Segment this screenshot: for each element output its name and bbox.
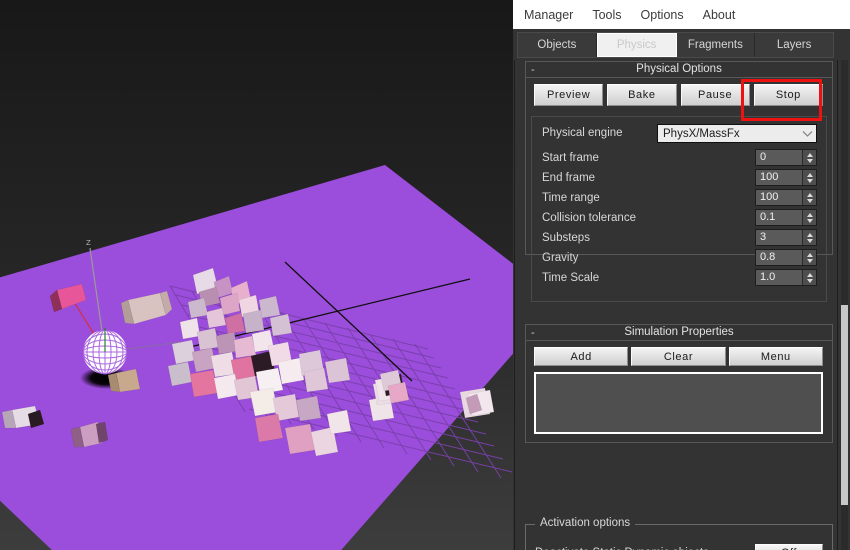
menu-item-options[interactable]: Options (641, 8, 684, 22)
row-start-frame: Start frame 0 (542, 149, 817, 167)
label-time-scale: Time Scale (542, 272, 600, 284)
label-start-frame: Start frame (542, 152, 599, 164)
3d-viewport[interactable]: Z Y (0, 0, 513, 550)
simulation-properties-title-text: Simulation Properties (624, 326, 734, 338)
time-range-stepper[interactable]: 100 (755, 189, 817, 206)
panel-edge-left (514, 60, 515, 550)
start-frame-value: 0 (760, 151, 767, 163)
panel-edge-right (837, 60, 838, 550)
substeps-value: 3 (760, 231, 767, 243)
tab-layers[interactable]: Layers (755, 33, 833, 57)
stepper-arrows-icon[interactable] (802, 210, 816, 225)
stepper-arrows-icon[interactable] (802, 190, 816, 205)
stepper-arrows-icon[interactable] (802, 170, 816, 185)
stepper-arrows-icon[interactable] (802, 230, 816, 245)
label-end-frame: End frame (542, 172, 596, 184)
row-physical-engine: Physical engine PhysX/MassFx (542, 124, 817, 143)
menu-button[interactable]: Menu (728, 347, 823, 366)
panel-body: Objects Physics Fragments Layers Physica… (513, 29, 850, 550)
activation-options-title: Activation options (535, 517, 636, 529)
physical-options-title-text: Physical Options (636, 63, 722, 75)
collision-tolerance-stepper[interactable]: 0.1 (755, 209, 817, 226)
panel-scroll-area[interactable]: Physical Options - Preview Bake Pause St… (517, 60, 834, 550)
label-gravity: Gravity (542, 252, 579, 264)
gravity-stepper[interactable]: 0.8 (755, 249, 817, 266)
stop-button[interactable]: Stop (753, 84, 823, 106)
row-time-scale: Time Scale 1.0 (542, 269, 817, 287)
tab-fragments[interactable]: Fragments (676, 33, 756, 57)
gravity-value: 0.8 (760, 251, 776, 263)
toggle-deactivate-static-dynamic[interactable]: Off (755, 544, 823, 550)
row-deactivate-static-dynamic: Deactivate Static Dynamic objects Off (535, 543, 823, 550)
label-collision-tolerance: Collision tolerance (542, 212, 636, 224)
collapse-simulation-properties[interactable]: - (531, 325, 535, 342)
stepper-arrows-icon[interactable] (802, 250, 816, 265)
start-frame-stepper[interactable]: 0 (755, 149, 817, 166)
label-physical-engine: Physical engine (542, 127, 623, 139)
simulation-properties-list[interactable] (534, 372, 823, 434)
bake-button[interactable]: Bake (607, 84, 677, 106)
group-simulation-properties-title: Simulation Properties (526, 324, 832, 341)
row-gravity: Gravity 0.8 (542, 249, 817, 267)
pause-button[interactable]: Pause (680, 84, 750, 106)
transport-button-row: Preview Bake Pause Stop (534, 84, 823, 106)
time-range-value: 100 (760, 191, 779, 203)
application-window: Z Y (0, 0, 850, 550)
label-deactivate-static-dynamic: Deactivate Static Dynamic objects (535, 543, 709, 550)
end-frame-stepper[interactable]: 100 (755, 169, 817, 186)
group-physical-options-title: Physical Options (526, 61, 832, 78)
row-end-frame: End frame 100 (542, 169, 817, 187)
time-scale-stepper[interactable]: 1.0 (755, 269, 817, 286)
menu-item-manager[interactable]: Manager (524, 8, 573, 22)
clear-button[interactable]: Clear (631, 347, 726, 366)
preview-button[interactable]: Preview (534, 84, 604, 106)
add-button[interactable]: Add (534, 347, 629, 366)
viewport-scene: Z Y (0, 0, 513, 550)
time-scale-value: 1.0 (760, 271, 776, 283)
row-time-range: Time range 100 (542, 189, 817, 207)
group-physical-options: Physical Options - Preview Bake Pause St… (525, 61, 833, 286)
group-simulation-properties: Simulation Properties - Add Clear Menu (525, 324, 833, 443)
label-substeps: Substeps (542, 232, 590, 244)
panel-scrollbar[interactable] (841, 60, 848, 550)
stepper-arrows-icon[interactable] (802, 150, 816, 165)
physical-engine-value: PhysX/MassFx (663, 127, 740, 140)
menu-bar: Manager Tools Options About (513, 0, 850, 29)
row-collision-tolerance: Collision tolerance 0.1 (542, 209, 817, 227)
tab-objects[interactable]: Objects (518, 33, 597, 57)
simulation-button-row: Add Clear Menu (534, 347, 823, 366)
menu-item-tools[interactable]: Tools (592, 8, 621, 22)
menu-item-about[interactable]: About (703, 8, 736, 22)
tab-physics[interactable]: Physics (596, 33, 677, 57)
chevron-down-icon (798, 130, 816, 138)
collapse-physical-options[interactable]: - (531, 62, 535, 79)
end-frame-value: 100 (760, 171, 779, 183)
label-time-range: Time range (542, 192, 600, 204)
physics-manager-panel: Manager Tools Options About Objects Phys… (513, 0, 850, 550)
substeps-stepper[interactable]: 3 (755, 229, 817, 246)
stepper-arrows-icon[interactable] (802, 270, 816, 285)
axis-label-z: Z (86, 239, 91, 247)
physical-engine-select[interactable]: PhysX/MassFx (657, 124, 817, 143)
scrollbar-thumb[interactable] (841, 305, 848, 505)
row-substeps: Substeps 3 (542, 229, 817, 247)
tab-strip: Objects Physics Fragments Layers (517, 32, 834, 58)
group-activation-options: Activation options Deactivate Static Dyn… (525, 517, 833, 550)
collision-tolerance-value: 0.1 (760, 211, 776, 223)
